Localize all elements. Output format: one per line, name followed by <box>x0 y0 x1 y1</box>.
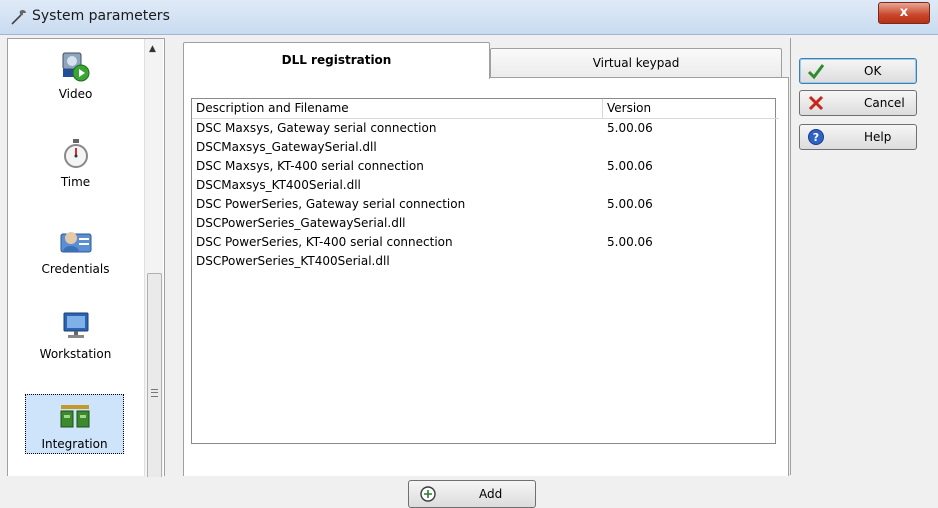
window-title: System parameters <box>32 8 170 24</box>
list-item-filename: DSCPowerSeries_KT400Serial.dll <box>196 254 390 268</box>
sidebar-item-label: Time <box>60 175 91 189</box>
tab-control: DLL registration Virtual keypad Descript… <box>177 40 792 508</box>
scroll-up-arrow-icon[interactable]: ▲ <box>149 44 156 54</box>
help-button-label: Help <box>864 130 892 144</box>
checkmark-icon <box>807 64 825 80</box>
sidebar-item-label: Video <box>58 87 93 101</box>
action-panel: OK Cancel ? Help <box>790 38 938 475</box>
list-item-description[interactable]: DSC PowerSeries, KT-400 serial connectio… <box>196 233 453 252</box>
svg-text:?: ? <box>813 131 819 144</box>
sidebar-item-label: Workstation <box>39 347 112 361</box>
grip-icon <box>151 389 158 397</box>
credentials-icon <box>60 232 91 253</box>
cancel-button-label: Cancel <box>864 96 905 110</box>
wrench-icon <box>11 9 26 25</box>
help-icon: ? <box>808 129 824 145</box>
list-item-version: 5.00.06 <box>607 235 653 249</box>
sidebar-item-video[interactable]: Video <box>8 49 143 101</box>
category-sidebar: Video Time Credentials Workstation Integ… <box>7 38 165 477</box>
dll-list[interactable]: Description and Filename Version DSC Max… <box>191 98 779 444</box>
sidebar-item-label: Credentials <box>41 262 110 276</box>
sidebar-item-workstation[interactable]: Workstation <box>8 309 143 361</box>
monitor-icon <box>63 312 88 338</box>
ok-button-label: OK <box>864 64 882 78</box>
add-circle-icon <box>420 486 436 502</box>
list-item-description[interactable]: DSC PowerSeries, Gateway serial connecti… <box>196 195 465 214</box>
list-item-version: 5.00.06 <box>607 197 653 211</box>
scrollbar-thumb[interactable] <box>147 273 162 477</box>
stopwatch-icon <box>63 139 88 168</box>
list-item-filename: DSCMaxsys_KT400Serial.dll <box>196 178 361 192</box>
list-item-description[interactable]: DSC Maxsys, Gateway serial connection <box>196 119 436 138</box>
video-icon <box>62 52 89 82</box>
cancel-button[interactable]: Cancel <box>799 90 917 116</box>
ok-button[interactable]: OK <box>799 58 917 84</box>
list-item-version: 5.00.06 <box>607 121 653 135</box>
list-item-filename: DSCMaxsys_GatewaySerial.dll <box>196 140 377 154</box>
tab-virtual-keypad[interactable]: Virtual keypad <box>490 48 782 77</box>
sidebar-scrollbar[interactable]: ▲ <box>144 39 163 477</box>
sidebar-item-integration[interactable]: Integration <box>25 394 124 454</box>
sidebar-item-time[interactable]: Time <box>8 137 143 189</box>
sidebar-item-label: Integration <box>41 437 108 451</box>
list-item-description[interactable]: DSC Maxsys, KT-400 serial connection <box>196 157 424 176</box>
title-bar: System parameters x <box>0 0 938 35</box>
cross-icon <box>808 95 824 111</box>
help-button[interactable]: ? Help <box>799 124 917 150</box>
close-button[interactable]: x <box>878 2 930 24</box>
tab-dll-registration[interactable]: DLL registration <box>183 42 490 79</box>
integration-icon <box>60 405 89 428</box>
list-item-version: 5.00.06 <box>607 159 653 173</box>
sidebar-item-credentials[interactable]: Credentials <box>8 224 143 276</box>
column-header-version[interactable]: Version <box>603 99 779 119</box>
dll-registration-panel: Description and Filename Version DSC Max… <box>183 77 789 508</box>
column-header-description[interactable]: Description and Filename <box>192 99 603 119</box>
add-button-label: Add <box>479 487 503 501</box>
add-button[interactable]: Add <box>408 480 536 508</box>
list-item-filename: DSCPowerSeries_GatewaySerial.dll <box>196 216 406 230</box>
